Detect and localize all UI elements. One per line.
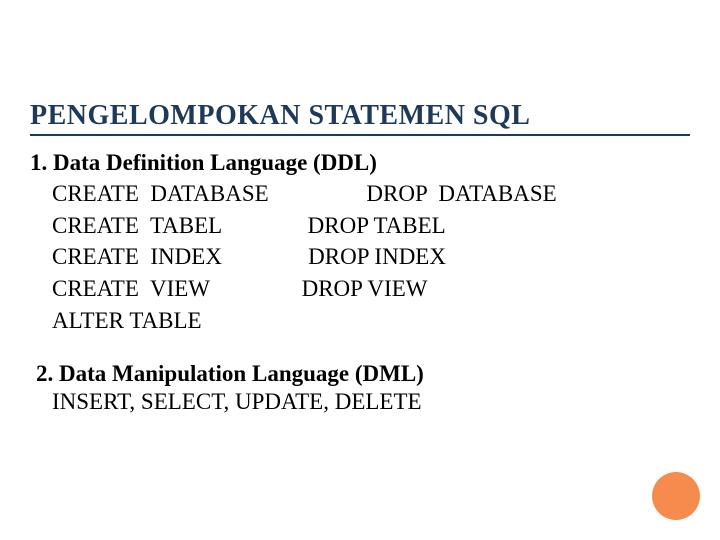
ddl-row: CREATE TABEL DROP TABEL xyxy=(52,210,690,242)
ddl-row: CREATE VIEW DROP VIEW xyxy=(52,273,690,305)
slide: PENGELOMPOKAN STATEMEN SQL 1. Data Defin… xyxy=(0,0,720,540)
dml-block: 2. Data Manipulation Language (DML) INSE… xyxy=(36,361,690,415)
ddl-block: CREATE DATABASE DROP DATABASE CREATE TAB… xyxy=(52,178,690,337)
ddl-row: CREATE INDEX DROP INDEX xyxy=(52,241,690,273)
slide-title: PENGELOMPOKAN STATEMEN SQL xyxy=(30,100,690,136)
ddl-row: CREATE DATABASE DROP DATABASE xyxy=(52,178,690,210)
ddl-heading: 1. Data Definition Language (DDL) xyxy=(30,150,690,176)
dml-items: INSERT, SELECT, UPDATE, DELETE xyxy=(52,389,690,415)
dml-heading: 2. Data Manipulation Language (DML) xyxy=(36,361,690,387)
accent-circle-icon xyxy=(652,472,700,520)
ddl-row: ALTER TABLE xyxy=(52,305,690,337)
